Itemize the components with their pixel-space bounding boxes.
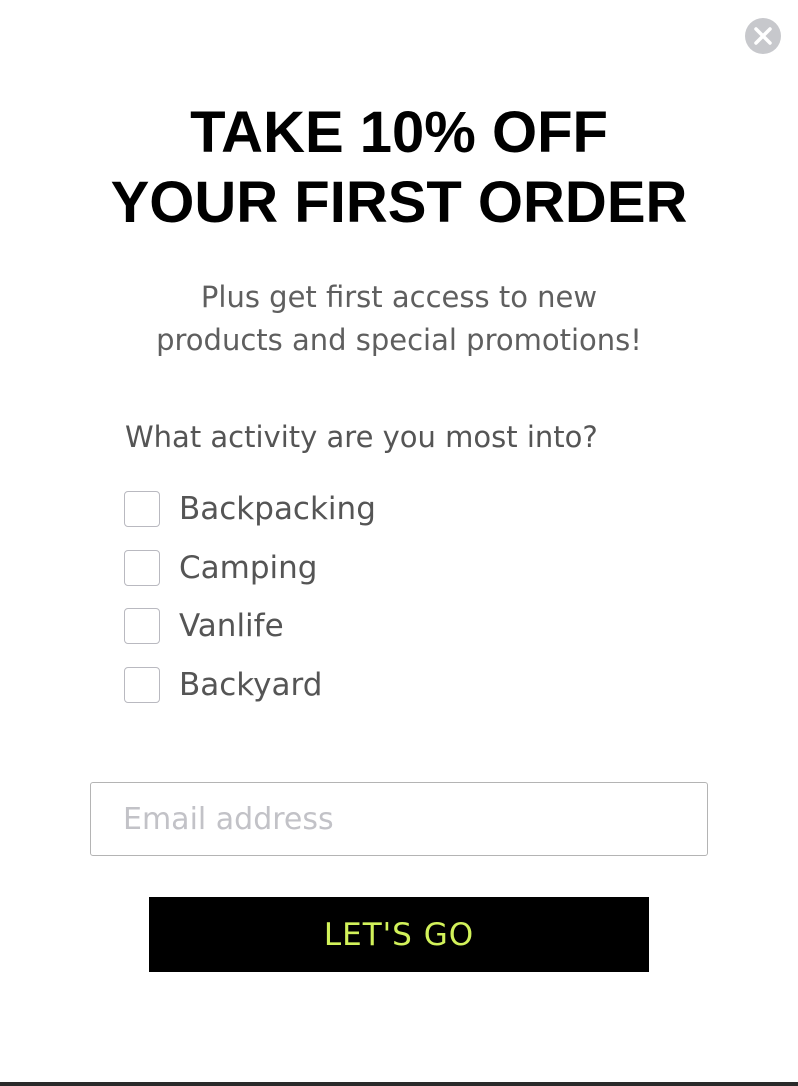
close-icon: [754, 27, 772, 45]
subtext: Plus get first access to new products an…: [0, 276, 798, 362]
headline: TAKE 10% OFF YOUR FIRST ORDER: [0, 98, 798, 238]
email-field[interactable]: [90, 782, 708, 856]
headline-line-2: YOUR FIRST ORDER: [110, 170, 688, 235]
activity-question: What activity are you most into?: [125, 420, 598, 454]
lets-go-button[interactable]: LET'S GO: [149, 897, 649, 972]
close-button[interactable]: [745, 18, 781, 54]
option-backyard[interactable]: Backyard: [124, 665, 322, 705]
checkbox-camping[interactable]: [124, 550, 160, 586]
subtext-line-1: Plus get first access to new: [200, 280, 598, 314]
headline-line-1: TAKE 10% OFF: [190, 100, 608, 165]
signup-popup: TAKE 10% OFF YOUR FIRST ORDER Plus get f…: [0, 0, 798, 1082]
subtext-line-2: products and special promotions!: [156, 323, 642, 357]
checkbox-backyard[interactable]: [124, 667, 160, 703]
option-label: Backpacking: [179, 491, 376, 527]
option-label: Camping: [179, 550, 318, 586]
option-label: Backyard: [179, 667, 323, 703]
option-label: Vanlife: [179, 608, 284, 644]
option-backpacking[interactable]: Backpacking: [124, 489, 376, 529]
checkbox-backpacking[interactable]: [124, 491, 160, 527]
option-camping[interactable]: Camping: [124, 548, 317, 588]
option-vanlife[interactable]: Vanlife: [124, 606, 284, 646]
checkbox-vanlife[interactable]: [124, 608, 160, 644]
